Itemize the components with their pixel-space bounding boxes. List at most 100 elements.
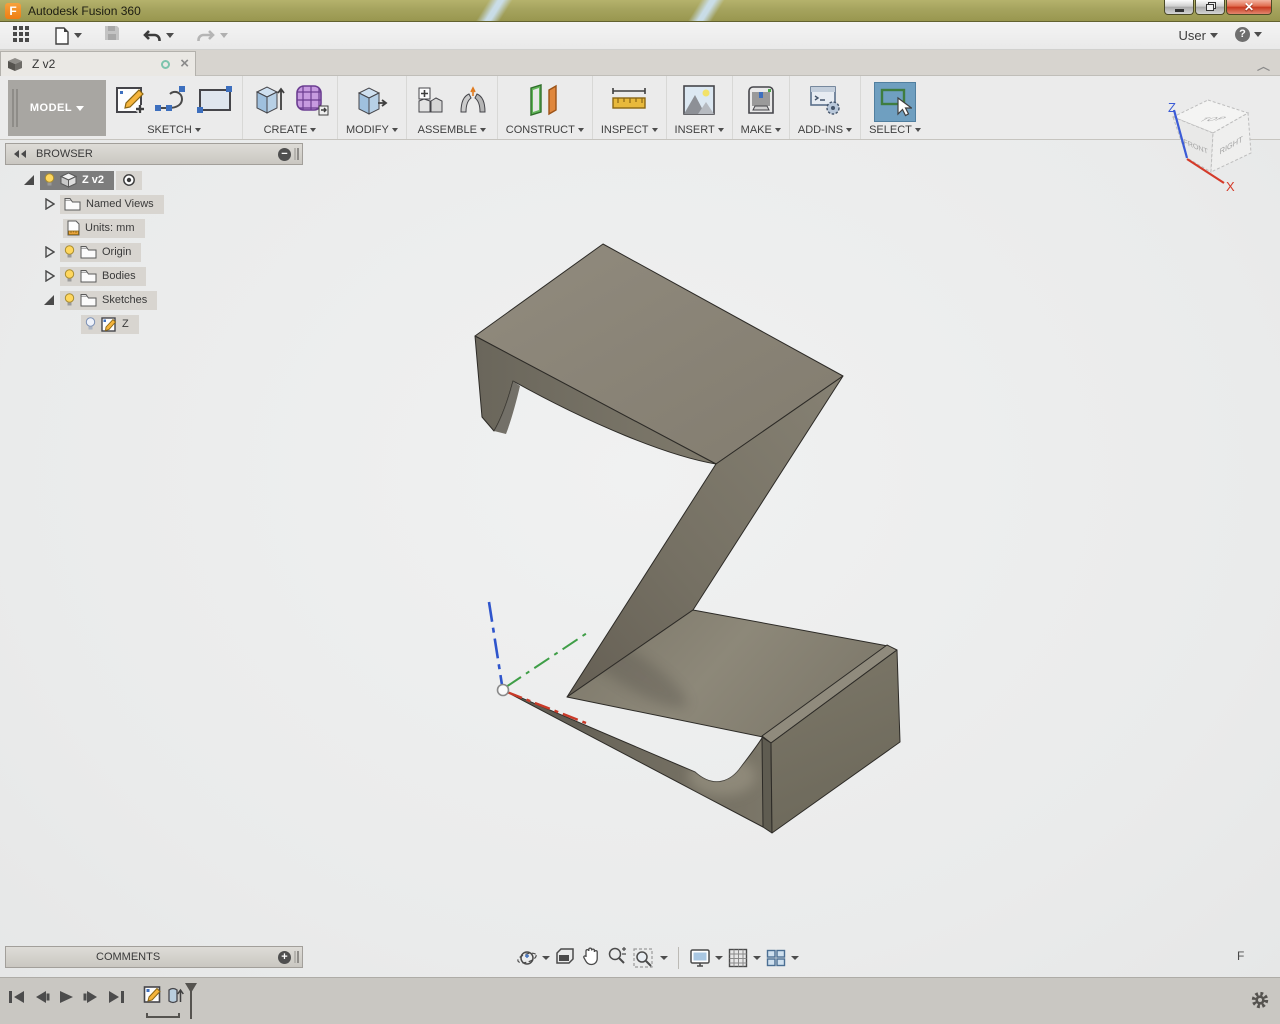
ribbon-group-sketch: SKETCH [106,76,243,139]
tree-label: Origin [102,246,131,258]
group-label-addins[interactable]: ADD-INS [798,124,843,136]
joint-button[interactable] [457,82,489,123]
bulb-off-icon[interactable] [85,317,96,332]
zoom-button[interactable] [606,945,628,972]
ribbon-toolbar: MODEL SKETCH CREATE MODIFY [0,76,1280,140]
workspace-selector[interactable]: MODEL [8,80,106,136]
tree-row-sketch-z[interactable]: Z [5,312,303,336]
go-to-end-button[interactable] [108,990,125,1004]
help-menu[interactable]: ? [1235,27,1262,42]
bulb-on-icon[interactable] [64,245,75,260]
tree-row-named-views[interactable]: Named Views [5,192,303,216]
timeline-settings-gear-icon[interactable] [1250,990,1270,1010]
extrude-button[interactable] [251,82,287,123]
group-label-create[interactable]: CREATE [264,124,308,136]
document-tab[interactable]: Z v2 × [0,51,196,76]
make-3d-print-button[interactable] [743,83,779,122]
bulb-on-icon[interactable] [64,293,75,308]
measure-button[interactable] [609,83,649,122]
titlebar-reflection [685,0,728,22]
collapsed-icon[interactable] [43,198,55,210]
construct-plane-button[interactable] [525,82,565,123]
create-sketch-button[interactable] [114,83,148,122]
collapse-panel-icon[interactable] [14,150,28,158]
sketch-feature-icon[interactable] [143,984,162,1004]
folder-icon [80,245,97,259]
ribbon-group-construct: CONSTRUCT [498,76,593,139]
tree-label: Bodies [102,270,136,282]
ribbon-group-create: CREATE [243,76,338,139]
ribbon-group-make: MAKE [733,76,790,139]
step-back-button[interactable] [34,990,50,1004]
remove-panel-icon[interactable]: − [278,148,291,161]
extrude-feature-icon[interactable] [167,984,184,1006]
collapse-toolbar-icon[interactable]: ︿ [1257,58,1270,73]
comments-panel-header[interactable]: COMMENTS + [5,946,303,968]
panel-grip[interactable] [297,951,299,963]
press-pull-button[interactable] [354,82,390,123]
group-label-assemble[interactable]: ASSEMBLE [418,124,477,136]
tab-close-icon[interactable]: × [180,58,189,70]
sync-status-icon [161,60,170,69]
window-zoom-button[interactable] [632,947,668,969]
group-label-construct[interactable]: CONSTRUCT [506,124,575,136]
group-label-make[interactable]: MAKE [741,124,772,136]
save-button[interactable] [104,25,120,46]
tree-row-sketches[interactable]: Sketches [5,288,303,312]
create-form-button[interactable] [293,82,329,123]
group-label-inspect[interactable]: INSPECT [601,124,649,136]
comments-header-label: COMMENTS [96,951,160,963]
group-label-insert[interactable]: INSERT [675,124,715,136]
tree-row-bodies[interactable]: Bodies [5,264,303,288]
document-tab-bar: Z v2 × ︿ [0,50,1280,76]
collapsed-icon[interactable] [43,246,55,258]
tree-row-origin[interactable]: Origin [5,240,303,264]
minimize-button[interactable] [1164,0,1194,15]
scripts-addins-button[interactable] [807,83,843,122]
restore-button[interactable] [1195,0,1225,15]
collapsed-icon[interactable] [43,270,55,282]
add-comment-icon[interactable]: + [278,951,291,964]
expanded-icon[interactable] [23,174,35,186]
user-menu[interactable]: User [1179,28,1218,43]
pan-button[interactable] [580,945,602,972]
close-button[interactable]: ✕ [1226,0,1272,15]
tree-label: Units: mm [85,222,135,234]
file-menu-button[interactable] [54,27,82,45]
browser-panel-header[interactable]: BROWSER − [5,143,303,165]
tab-title: Z v2 [32,57,161,71]
bulb-on-icon[interactable] [44,173,55,188]
insert-image-button[interactable] [681,83,717,122]
timeline-playhead[interactable] [184,983,198,1019]
redo-button[interactable] [196,28,228,44]
select-button[interactable] [874,82,916,122]
ribbon-group-insert: INSERT [667,76,733,139]
tree-label: Z [122,318,129,330]
window-title: Autodesk Fusion 360 [28,4,141,18]
expanded-icon[interactable] [43,294,55,306]
sketch-icon [101,316,117,332]
spline-button[interactable] [154,84,190,121]
look-at-button[interactable] [554,945,576,972]
tree-item-component[interactable]: Z v2 [40,171,114,190]
layout-grid-button[interactable] [727,947,761,969]
orbit-button[interactable] [516,947,550,969]
go-to-start-button[interactable] [8,990,25,1004]
play-button[interactable] [59,990,74,1004]
tree-row-units[interactable]: Units: mm [5,216,303,240]
panel-grip[interactable] [297,148,299,160]
tree-row-root[interactable]: Z v2 [5,168,303,192]
display-settings-button[interactable] [689,947,723,969]
step-forward-button[interactable] [83,990,99,1004]
rectangle-button[interactable] [196,85,234,120]
undo-button[interactable] [142,28,174,44]
viewports-button[interactable] [765,947,799,969]
bulb-on-icon[interactable] [64,269,75,284]
key-hint-label: F [1237,949,1244,963]
group-label-modify[interactable]: MODIFY [346,124,389,136]
activate-component-icon[interactable] [116,171,142,190]
new-component-button[interactable] [415,82,451,123]
group-label-select[interactable]: SELECT [869,124,912,136]
group-label-sketch[interactable]: SKETCH [147,124,192,136]
app-grid-menu-icon[interactable] [12,23,32,48]
